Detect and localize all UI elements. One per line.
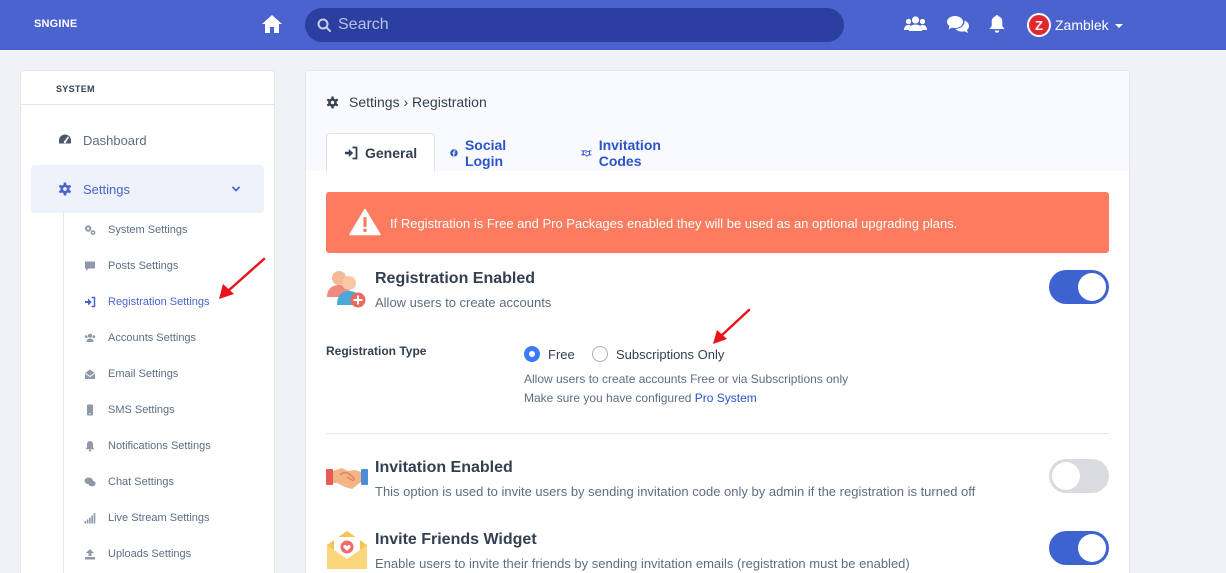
tab-general[interactable]: General	[326, 133, 436, 172]
caret-down-icon[interactable]	[1114, 24, 1123, 28]
search-input[interactable]	[338, 8, 828, 42]
sidebar-item-email-settings[interactable]: Email Settings	[84, 365, 178, 383]
breadcrumb: Settings › Registration	[326, 94, 487, 110]
invite-friends-title: Invite Friends Widget	[375, 531, 537, 548]
dashboard-icon	[59, 134, 71, 144]
sidebar-item-notifications-settings[interactable]: Notifications Settings	[84, 437, 211, 455]
sidebar-item-settings[interactable]: Settings	[31, 165, 264, 213]
love-letter-icon	[327, 531, 367, 569]
toggle-knob	[1052, 462, 1080, 490]
radio-free[interactable]	[524, 346, 540, 362]
tab-social-login[interactable]: Social Login	[450, 133, 512, 172]
card-header: Settings › Registration General Social L…	[306, 71, 1129, 172]
toggle-knob	[1078, 273, 1106, 301]
sidebar-item-label: Chat Settings	[108, 476, 175, 488]
toggle-knob	[1078, 534, 1106, 562]
gear-icon	[58, 182, 72, 196]
radio-subscriptions-label[interactable]: Subscriptions Only	[616, 347, 724, 362]
sidebar-item-label: Settings	[83, 181, 130, 197]
sidebar-item-label: Uploads Settings	[108, 548, 192, 560]
radio-free-label[interactable]: Free	[548, 347, 575, 362]
sidebar-item-label: Live Stream Settings	[108, 512, 210, 524]
sidebar-item-label: Registration Settings	[108, 296, 210, 308]
search-bar[interactable]	[305, 8, 844, 42]
sidebar-item-dashboard[interactable]: Dashboard	[31, 116, 264, 164]
sidebar-item-label: Email Settings	[108, 368, 179, 380]
user-menu[interactable]: Z Zamblek	[1027, 12, 1123, 38]
invitation-enabled-desc: This option is used to invite users by s…	[375, 484, 976, 499]
sidebar-item-accounts-settings[interactable]: Accounts Settings	[84, 329, 196, 347]
annotation-arrow	[219, 257, 266, 299]
sidebar-item-label: Accounts Settings	[108, 332, 197, 344]
radio-subscriptions-only[interactable]	[592, 346, 608, 362]
invitation-enabled-title: Invitation Enabled	[375, 459, 513, 476]
registration-enabled-desc: Allow users to create accounts	[375, 295, 552, 310]
mobile-icon	[87, 404, 93, 416]
add-user-icon	[327, 271, 366, 308]
sign-in-icon	[345, 146, 358, 160]
avatar-initial: Z	[1029, 15, 1049, 35]
sidebar-item-label: System Settings	[108, 224, 188, 236]
registration-enabled-toggle[interactable]	[1049, 270, 1109, 304]
home-icon[interactable]	[261, 14, 283, 34]
sidebar-header: SYSTEM	[56, 84, 95, 94]
user-name[interactable]: Zamblek	[1055, 17, 1109, 33]
sidebar: SYSTEM Dashboard Settings System Setting…	[20, 70, 275, 573]
help-text: Make sure you have configured	[524, 391, 695, 405]
tab-label: General	[365, 145, 418, 161]
upload-icon	[85, 549, 95, 560]
gear-icon	[326, 95, 339, 109]
info-alert: If Registration is Free and Pro Packages…	[326, 192, 1109, 253]
gears-icon	[85, 225, 96, 235]
facebook-icon	[450, 148, 458, 157]
chevron-down-icon[interactable]	[232, 185, 240, 193]
sidebar-item-label: Notifications Settings	[108, 440, 211, 452]
sidebar-divider	[21, 104, 274, 105]
chat-icon[interactable]	[947, 14, 969, 34]
envelope-open-icon	[84, 369, 96, 379]
alert-text: If Registration is Free and Pro Packages…	[390, 216, 958, 231]
sidebar-item-label: Dashboard	[83, 132, 147, 148]
sidebar-item-chat-settings[interactable]: Chat Settings	[84, 473, 174, 491]
handshake-icon	[581, 149, 592, 157]
warning-icon	[349, 208, 381, 236]
avatar[interactable]: Z	[1027, 13, 1051, 37]
registration-enabled-title: Registration Enabled	[375, 270, 536, 287]
pro-system-link[interactable]: Pro System	[695, 391, 757, 405]
friends-icon[interactable]	[904, 14, 927, 34]
registration-type-label: Registration Type	[326, 344, 427, 358]
tab-label: Social Login	[464, 136, 507, 169]
users-icon	[84, 333, 96, 342]
sidebar-item-label: Posts Settings	[108, 260, 179, 272]
signal-icon	[84, 513, 96, 524]
section-divider	[326, 433, 1109, 434]
bell-icon[interactable]	[989, 14, 1005, 34]
sidebar-item-system-settings[interactable]: System Settings	[84, 221, 187, 239]
invitation-enabled-toggle[interactable]	[1049, 459, 1109, 493]
invite-friends-desc: Enable users to invite their friends by …	[375, 556, 910, 571]
comments-icon	[84, 477, 96, 487]
bell-icon	[85, 441, 95, 452]
sidebar-item-label: SMS Settings	[108, 404, 175, 416]
submenu-line	[63, 211, 64, 573]
annotation-arrow	[713, 308, 751, 344]
sidebar-item-uploads-settings[interactable]: Uploads Settings	[84, 545, 191, 563]
tab-invitation-codes[interactable]: Invitation Codes	[581, 133, 667, 172]
top-navbar: SNGINE Z Zamblek	[0, 0, 1226, 50]
brand-logo[interactable]: SNGINE	[34, 18, 77, 30]
comment-icon	[85, 261, 95, 271]
sidebar-item-sms-settings[interactable]: SMS Settings	[84, 401, 175, 419]
tab-label: Invitation Codes	[598, 136, 661, 169]
registration-type-help: Allow users to create accounts Free or v…	[524, 372, 849, 386]
registration-type-help-2: Make sure you have configured Pro System	[524, 391, 757, 405]
sidebar-item-registration-settings[interactable]: Registration Settings	[84, 293, 210, 311]
invite-friends-toggle[interactable]	[1049, 531, 1109, 565]
search-icon	[317, 18, 331, 32]
page-title: Settings › Registration	[349, 94, 487, 110]
sidebar-item-live-stream-settings[interactable]: Live Stream Settings	[84, 509, 210, 527]
sign-in-icon	[85, 296, 96, 308]
handshake-icon	[326, 468, 368, 489]
sidebar-item-posts-settings[interactable]: Posts Settings	[84, 257, 178, 275]
